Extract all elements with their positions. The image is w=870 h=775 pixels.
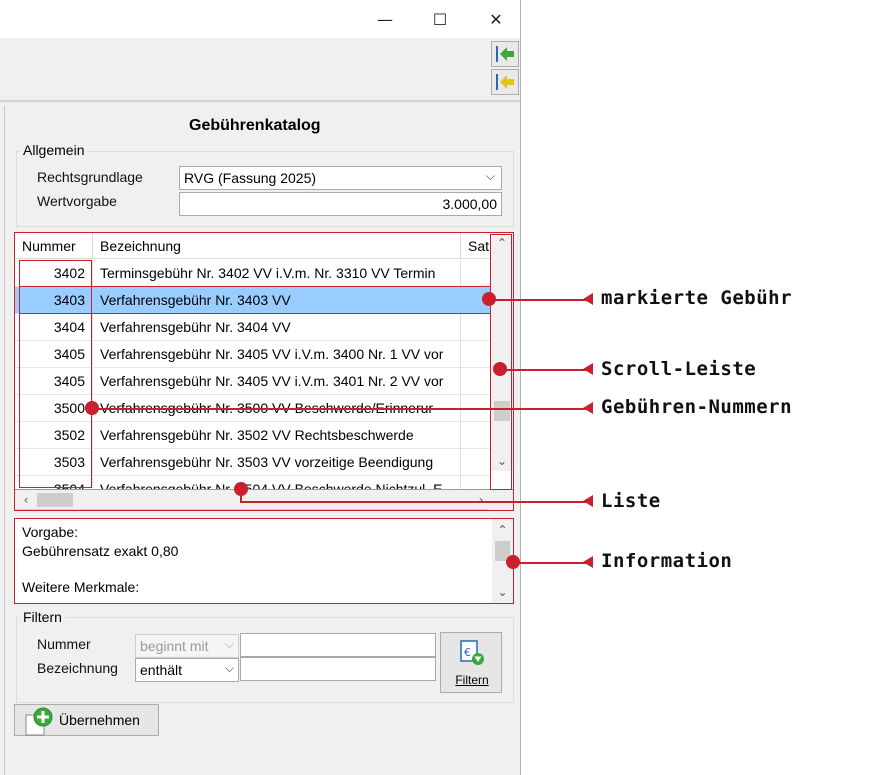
filter-nummer-mode-select[interactable]: beginnt mit ⌵ — [135, 634, 239, 658]
close-icon: ✕ — [489, 9, 503, 29]
annotation-box-information — [14, 518, 514, 604]
annotation-arrow-icon — [583, 363, 593, 375]
allgemein-group-title: Allgemein — [20, 142, 88, 158]
rechtsgrundlage-select[interactable]: RVG (Fassung 2025) ⌵ — [179, 166, 502, 190]
chevron-down-icon: ⌵ — [224, 637, 234, 651]
filter-bezeichnung-label: Bezeichnung — [37, 660, 118, 676]
svg-text:€: € — [464, 646, 471, 659]
maximize-icon: ☐ — [432, 9, 448, 29]
filter-button-label: Filtern — [455, 673, 489, 687]
arrow-left-yellow-icon — [496, 74, 514, 90]
annotation-line — [489, 299, 587, 301]
wertvorgabe-value: 3.000,00 — [442, 196, 498, 212]
annotation-line — [240, 501, 587, 503]
toolbar — [0, 38, 520, 102]
filter-nummer-mode-value: beginnt mit — [140, 638, 209, 654]
arrow-left-green-icon — [496, 46, 514, 62]
minimize-icon: — — [377, 9, 393, 29]
rechtsgrundlage-label: Rechtsgrundlage — [37, 169, 143, 185]
chevron-down-icon: ⌵ — [224, 661, 234, 675]
maximize-button[interactable]: ☐ — [417, 0, 463, 38]
rechtsgrundlage-value: RVG (Fassung 2025) — [184, 170, 317, 186]
annotation-label-nummern: Gebühren-Nummern — [601, 396, 793, 418]
filter-group-title: Filtern — [20, 609, 65, 625]
annotation-arrow-icon — [583, 556, 593, 568]
annotation-label-markierte: markierte Gebühr — [601, 287, 793, 309]
filter-document-icon: € — [460, 640, 484, 665]
annotation-arrow-icon — [583, 402, 593, 414]
filter-nummer-label: Nummer — [37, 636, 91, 652]
annotation-label-liste: Liste — [601, 490, 661, 512]
add-icon — [25, 707, 53, 736]
filter-bezeichnung-mode-value: enthält — [140, 662, 183, 678]
annotation-arrow-icon — [583, 293, 593, 305]
annotation-label-information: Information — [601, 550, 733, 572]
annotation-label-scroll: Scroll-Leiste — [601, 358, 757, 380]
tool-button-back-all[interactable] — [491, 69, 519, 95]
filter-bezeichnung-input[interactable] — [240, 657, 436, 681]
wertvorgabe-input[interactable]: 3.000,00 — [179, 192, 502, 216]
chevron-down-icon: ⌵ — [485, 169, 495, 183]
filter-bezeichnung-mode-select[interactable]: enthält ⌵ — [135, 658, 239, 682]
uebernehmen-button[interactable]: Übernehmen — [14, 704, 159, 736]
minimize-button[interactable]: — — [362, 0, 408, 38]
filter-button[interactable]: € Filtern — [440, 632, 502, 693]
filter-nummer-input[interactable] — [240, 633, 436, 657]
annotation-line — [513, 562, 587, 564]
title-bar: — ☐ ✕ — [0, 0, 520, 38]
close-button[interactable]: ✕ — [473, 0, 519, 38]
annotation-box-liste — [14, 232, 514, 511]
annotation-arrow-icon — [583, 495, 593, 507]
tool-button-back[interactable] — [491, 41, 519, 67]
uebernehmen-label: Übernehmen — [59, 712, 140, 728]
wertvorgabe-label: Wertvorgabe — [37, 193, 117, 209]
page-title: Gebührenkatalog — [189, 117, 321, 134]
annotation-line — [92, 408, 587, 410]
annotation-line — [500, 369, 587, 371]
